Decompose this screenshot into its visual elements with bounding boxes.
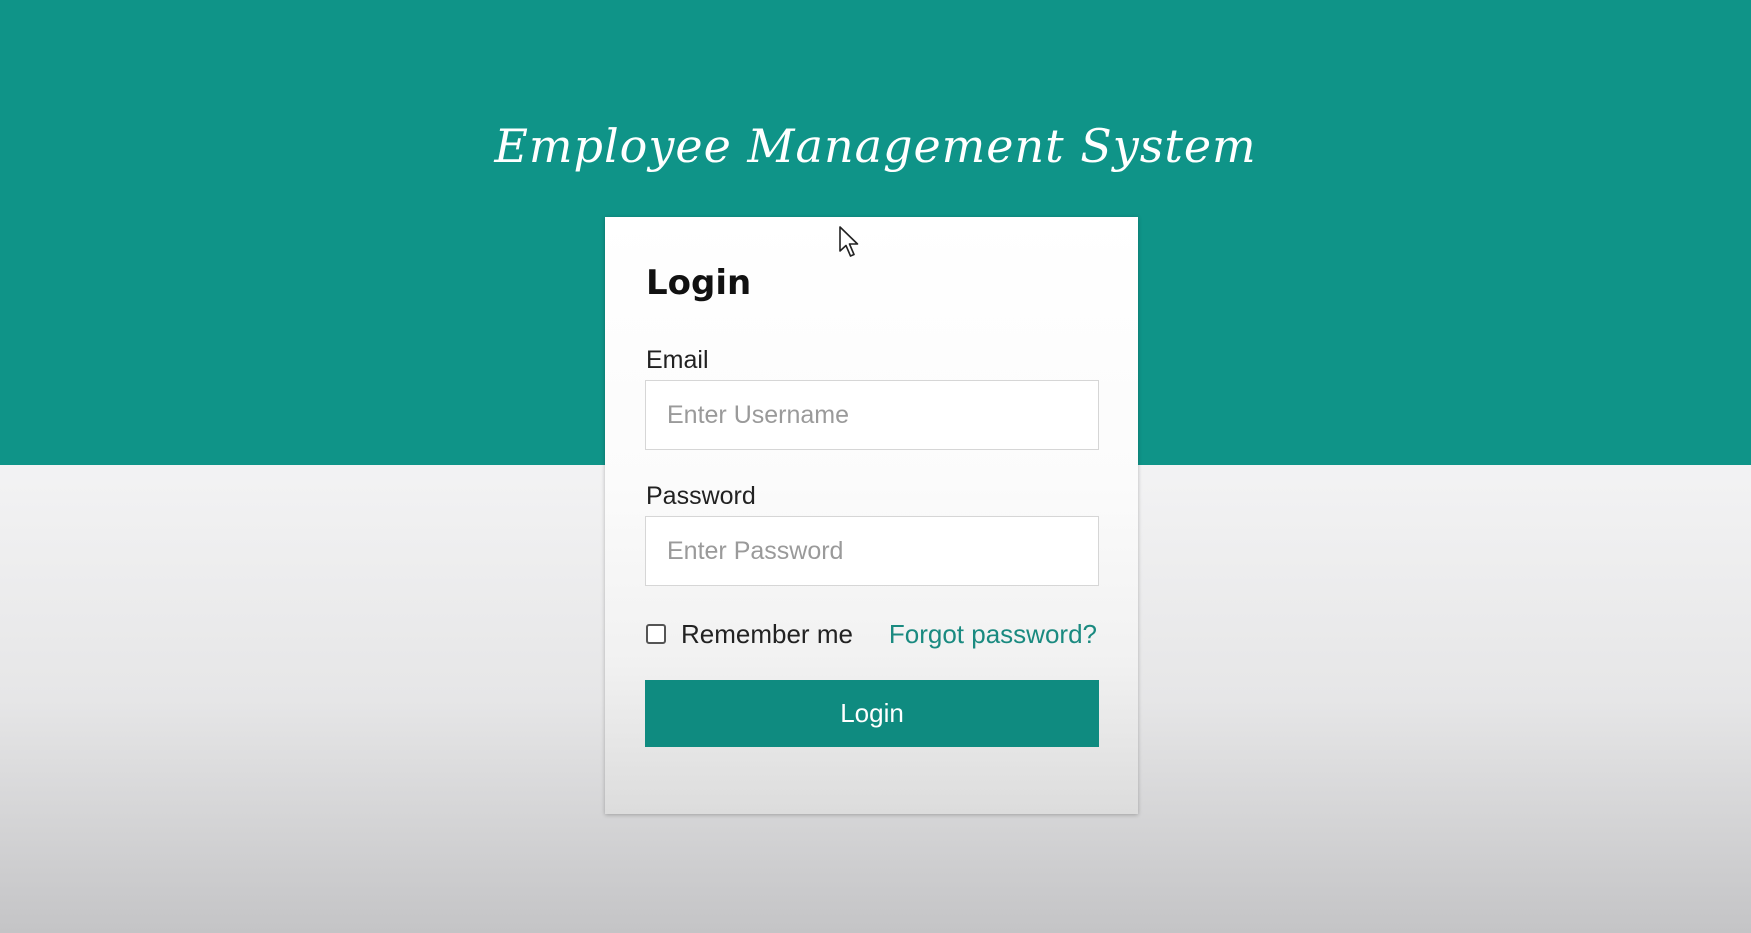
remember-me-label[interactable]: Remember me <box>681 617 853 651</box>
login-button[interactable]: Login <box>645 680 1099 747</box>
password-input[interactable] <box>645 516 1099 586</box>
mouse-pointer-icon <box>839 226 859 257</box>
login-card: Login Email Password Remember me Forgot … <box>605 217 1138 814</box>
forgot-password-link[interactable]: Forgot password? <box>889 617 1097 651</box>
password-label: Password <box>646 482 756 510</box>
remember-me-checkbox[interactable] <box>646 624 666 644</box>
email-label: Email <box>646 346 709 374</box>
login-heading: Login <box>646 263 752 303</box>
remember-me-row: Remember me <box>646 617 853 651</box>
app-title: Employee Management System <box>494 119 1257 173</box>
email-input[interactable] <box>645 380 1099 450</box>
